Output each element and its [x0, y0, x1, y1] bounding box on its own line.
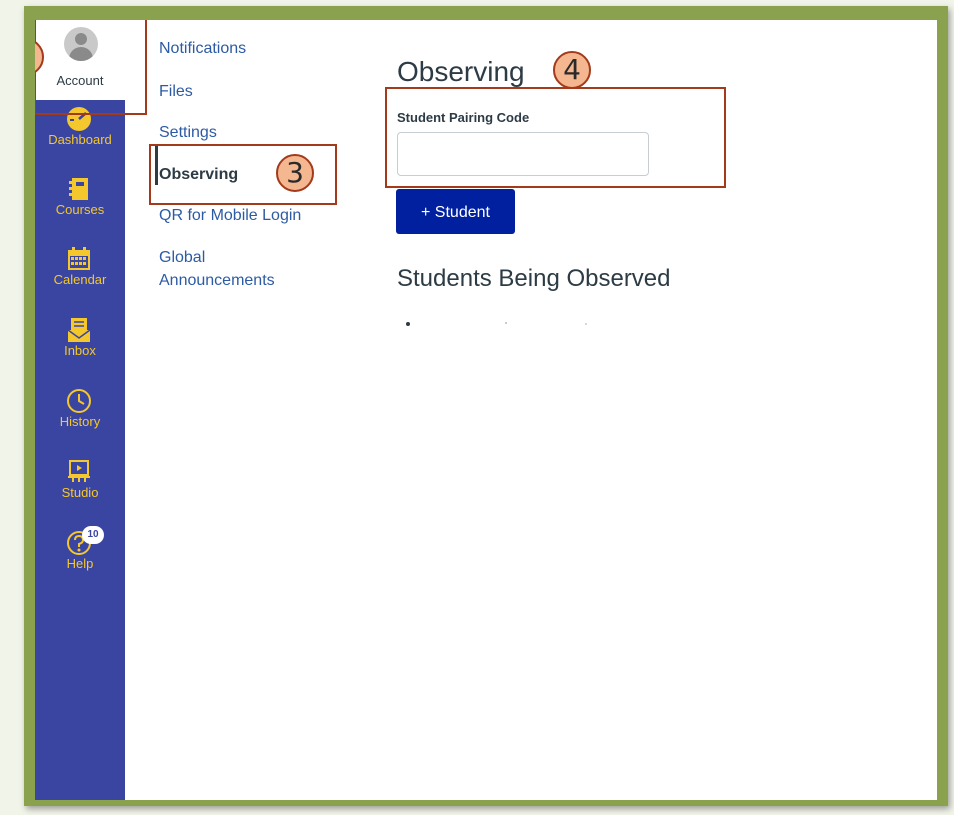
subnav-notifications[interactable]: Notifications — [159, 40, 246, 58]
page-title: Observing — [397, 56, 525, 87]
nav-history[interactable]: History — [35, 384, 125, 454]
calendar-icon — [68, 247, 90, 270]
studio-icon — [68, 460, 90, 482]
courses-icon — [69, 178, 88, 200]
subnav-global-announcements-line1[interactable]: Global — [159, 249, 205, 267]
subnav-qr-mobile-login[interactable]: QR for Mobile Login — [159, 207, 301, 225]
step-3-marker: 3 — [276, 154, 314, 192]
faint-mark — [505, 322, 507, 324]
annotation-box-pairing-code — [385, 87, 726, 188]
nav-help[interactable]: 10 Help — [35, 526, 125, 596]
faint-mark — [585, 323, 587, 325]
nav-history-label: History — [59, 414, 101, 429]
students-observed-heading: Students Being Observed — [397, 265, 671, 292]
help-badge: 10 — [82, 526, 104, 544]
inbox-icon — [67, 318, 91, 342]
nav-inbox[interactable]: Inbox — [35, 313, 125, 383]
add-student-button[interactable]: + Student — [396, 189, 515, 234]
nav-studio-label: Studio — [61, 485, 99, 500]
observed-list-bullet — [406, 322, 410, 326]
step-4-marker: 4 — [553, 51, 591, 89]
nav-dashboard-label: Dashboard — [48, 132, 112, 147]
subnav-settings[interactable]: Settings — [159, 124, 217, 142]
history-icon — [67, 389, 91, 413]
subnav-global-announcements-line2[interactable]: Announcements — [159, 272, 275, 290]
nav-calendar[interactable]: Calendar — [35, 242, 125, 312]
annotation-box-account — [35, 20, 147, 115]
subnav-files[interactable]: Files — [159, 83, 193, 101]
nav-calendar-label: Calendar — [53, 272, 107, 287]
nav-inbox-label: Inbox — [64, 343, 96, 358]
nav-studio[interactable]: Studio — [35, 455, 125, 525]
nav-courses-label: Courses — [55, 202, 105, 217]
global-nav: Account Dashboard Courses Calendar Inbox… — [35, 20, 125, 800]
canvas-window: Account Dashboard Courses Calendar Inbox… — [35, 20, 937, 800]
nav-courses[interactable]: Courses — [35, 172, 125, 242]
nav-help-label: Help — [66, 556, 94, 571]
